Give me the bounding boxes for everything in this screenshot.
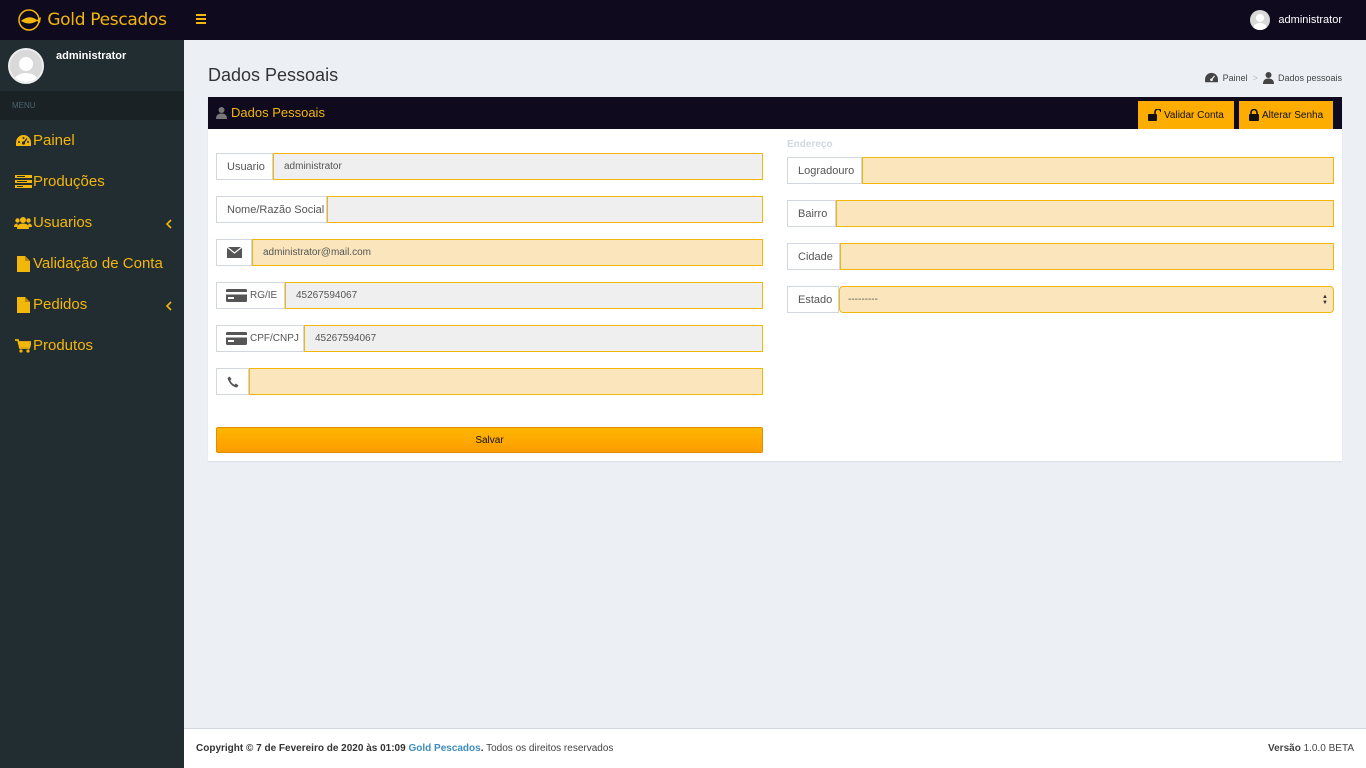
user-icon [1262, 72, 1274, 84]
sidebar-toggle-icon[interactable] [196, 14, 206, 24]
sidebar-item-producoes[interactable]: Produções [0, 161, 184, 202]
user-menu[interactable]: administrator [1250, 10, 1342, 30]
lock-icon [1249, 109, 1259, 121]
box-title: Dados Pessoais [216, 105, 325, 120]
sidebar-item-label: Produções [33, 173, 105, 190]
rg-label-box: RG/IE [216, 282, 285, 309]
save-button[interactable]: Salvar [216, 427, 763, 453]
sidebar-menu: Painel Produções Usuarios Validação de C… [0, 120, 184, 366]
user-icon [216, 106, 227, 119]
email-input[interactable] [252, 239, 763, 266]
sidebar-item-label: Produtos [33, 337, 94, 354]
brand-logo[interactable]: Gold Pescados [0, 0, 184, 40]
cpf-label: CPF/CNPJ [250, 333, 299, 344]
menu-header: MENU [0, 91, 184, 120]
sidebar-item-label: Pedidos [33, 296, 88, 313]
usuario-label: Usuario [216, 153, 273, 180]
usuario-input[interactable] [273, 153, 763, 180]
page-title: Dados Pessoais [208, 65, 339, 85]
cidade-input[interactable] [840, 243, 1334, 270]
cart-icon [14, 338, 32, 353]
rg-group: RG/IE [216, 282, 763, 309]
rg-input[interactable] [285, 282, 763, 309]
rg-label: RG/IE [250, 290, 278, 301]
validate-account-button[interactable]: Validar Conta [1138, 101, 1234, 129]
estado-select[interactable]: --------- ▲ ▼ [839, 286, 1334, 313]
brand-name: Gold Pescados [47, 10, 167, 30]
dashboard-icon [1204, 72, 1219, 84]
box-header: Dados Pessoais Validar Conta Alterar Sen… [208, 97, 1342, 129]
logradouro-input[interactable] [862, 157, 1334, 184]
cidade-group: Cidade [787, 243, 1334, 270]
avatar [1250, 10, 1271, 30]
user-panel: administrator [0, 40, 184, 91]
nome-label: Nome/Razão Social [216, 196, 327, 223]
cidade-label: Cidade [787, 243, 840, 270]
list-icon [14, 175, 32, 188]
breadcrumb-painel[interactable]: Painel [1223, 73, 1248, 83]
cpf-input[interactable] [304, 325, 763, 352]
users-icon [14, 216, 32, 230]
chevron-left-icon [165, 298, 172, 315]
bairro-label: Bairro [787, 200, 836, 227]
sidebar: Gold Pescados administrator MENU Painel … [0, 0, 184, 768]
breadcrumb-dados-pessoais: Dados pessoais [1277, 73, 1342, 83]
usuario-group: Usuario [216, 153, 763, 180]
phone-icon [216, 368, 249, 395]
file-icon [14, 255, 32, 272]
footer: Copyright © 7 de Fevereiro de 2020 às 01… [184, 728, 1366, 768]
cpf-group: CPF/CNPJ [216, 325, 763, 352]
avatar [8, 48, 44, 84]
bairro-input[interactable] [836, 200, 1334, 227]
logradouro-group: Logradouro [787, 157, 1334, 184]
unlock-icon [1148, 109, 1161, 121]
cpf-label-box: CPF/CNPJ [216, 325, 304, 352]
footer-brand-link[interactable]: Gold Pescados [408, 743, 480, 754]
nome-input[interactable] [327, 196, 763, 223]
dashboard-icon [14, 134, 32, 148]
address-section-title: Endereço [787, 139, 833, 150]
select-arrows-icon: ▲ ▼ [1322, 294, 1328, 306]
nome-group: Nome/Razão Social [216, 196, 763, 223]
email-group [216, 239, 763, 266]
sidebar-item-usuarios[interactable]: Usuarios [0, 202, 184, 243]
estado-selected: --------- [848, 294, 878, 305]
user-menu-name: administrator [1278, 14, 1342, 26]
sidebar-item-label: Validação de Conta [33, 255, 163, 272]
sidebar-item-painel[interactable]: Painel [0, 120, 184, 161]
footer-version: Versão 1.0.0 BETA [1268, 743, 1354, 754]
box-title-text: Dados Pessoais [231, 105, 325, 120]
chevron-left-icon [165, 216, 172, 233]
id-card-icon [226, 332, 247, 345]
logradouro-label: Logradouro [787, 157, 862, 184]
phone-input[interactable] [249, 368, 763, 395]
fish-logo-icon [17, 9, 43, 31]
personal-data-box: Dados Pessoais Validar Conta Alterar Sen… [208, 97, 1342, 461]
breadcrumb: Painel > Dados pessoais [1204, 72, 1342, 84]
user-name: administrator [56, 50, 127, 62]
estado-label: Estado [787, 286, 839, 313]
footer-copyright: Copyright © 7 de Fevereiro de 2020 às 01… [196, 743, 614, 754]
sidebar-item-validacao[interactable]: Validação de Conta [0, 243, 184, 284]
file-icon [14, 296, 32, 313]
sidebar-item-pedidos[interactable]: Pedidos [0, 284, 184, 325]
sidebar-item-label: Usuarios [33, 214, 93, 231]
change-password-button[interactable]: Alterar Senha [1239, 101, 1334, 129]
sidebar-item-label: Painel [33, 132, 75, 149]
phone-group [216, 368, 763, 395]
bairro-group: Bairro [787, 200, 1334, 227]
envelope-icon [216, 239, 252, 266]
sidebar-item-produtos[interactable]: Produtos [0, 325, 184, 366]
top-navbar: administrator [184, 0, 1366, 40]
id-card-icon [226, 289, 247, 302]
estado-group: Estado --------- ▲ ▼ [787, 286, 1334, 313]
